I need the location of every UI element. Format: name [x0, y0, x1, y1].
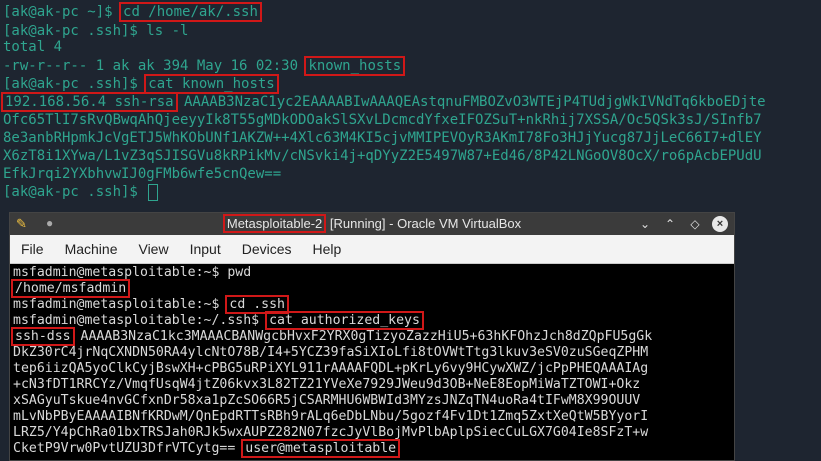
highlighted-vm-name: Metasploitable-2: [222, 214, 327, 233]
menu-bar: File Machine View Input Devices Help: [10, 235, 734, 264]
console-line: ssh-dss AAAAB3NzaC1kc3MAAACBANWgcbHvxF2Y…: [11, 327, 652, 346]
terminal-line: EfkJrqi2YXbhvwIJ0gFMb6wfe5cnQew==: [3, 166, 282, 182]
prompt: [ak@ak-pc ~]$: [3, 4, 122, 20]
menu-view[interactable]: View: [138, 241, 168, 257]
chevron-down-icon[interactable]: ⌄: [637, 216, 653, 232]
window-titlebar[interactable]: ✎ ● Metasploitable-2 [Running] - Oracle …: [10, 213, 734, 235]
close-icon[interactable]: ×: [712, 216, 728, 232]
menu-file[interactable]: File: [21, 241, 44, 257]
console-line: DkZ30rC4jrNqCXNDN50RA4ylcNtO78B/I4+5YCZ3…: [13, 345, 649, 360]
highlighted-pwd-output: /home/msfadmin: [11, 279, 131, 298]
terminal-line: 8e3anbRHpmkJcVgETJ5WhKObUNf1AKZW++4Xlc63…: [3, 130, 762, 146]
highlighted-command: cat known_hosts: [144, 74, 279, 94]
highlighted-filename: known_hosts: [304, 56, 406, 76]
window-title: Metasploitable-2 [Running] - Oracle VM V…: [10, 214, 734, 233]
console-line: msfadmin@metasploitable:~$ cd .ssh: [13, 295, 289, 314]
menu-input[interactable]: Input: [190, 241, 221, 257]
highlighted-key-type: ssh-dss: [11, 327, 75, 346]
terminal-line: [ak@ak-pc ~]$ cd /home/ak/.ssh: [3, 2, 262, 22]
diamond-icon[interactable]: ◇: [687, 216, 703, 232]
terminal-line: total 4: [3, 39, 63, 55]
chevron-up-icon[interactable]: ⌃: [662, 216, 678, 232]
file-meta: -rw-r--r-- 1 ak ak 394 May 16 02:30: [3, 58, 307, 74]
cursor-icon: [148, 183, 159, 201]
console-line: mLvNbPByEAAAAIBNfKRDwM/QnEpdRTTsRBh9rALq…: [13, 409, 649, 424]
prompt: [ak@ak-pc .ssh]$: [3, 184, 147, 200]
console-line: /home/msfadmin: [11, 279, 131, 298]
terminal-line: X6zT8i1XYwa/L1vZ3qSJISGVu8kRPikMv/cNSvki…: [3, 148, 762, 164]
menu-machine[interactable]: Machine: [65, 241, 118, 257]
menu-devices[interactable]: Devices: [242, 241, 292, 257]
terminal-line: 192.168.56.4 ssh-rsa AAAAB3NzaC1yc2EAAAA…: [1, 92, 766, 112]
console-line: +cN3fDT1RRCYz/VmqfUsqW4jtZ06kvx3L82TZ21Y…: [13, 377, 641, 392]
prompt: [ak@ak-pc .ssh]$: [3, 76, 147, 92]
menu-help[interactable]: Help: [313, 241, 342, 257]
highlighted-command: cd /home/ak/.ssh: [119, 2, 262, 22]
terminal-line: Ofc65TlI7sRvQBwqAhQjeeyyIk8T55gMDkODOakS…: [3, 112, 762, 128]
console-line: xSAGyuTskue4nvGCfxnDr58xa1pZcSO66R5jCSAR…: [13, 393, 641, 408]
vm-console[interactable]: msfadmin@metasploitable:~$ pwd /home/msf…: [10, 264, 734, 460]
console-line: tep6iizQA5yoClkCyjBswXH+cPBG5uRPiXYL911r…: [13, 361, 649, 376]
virtualbox-window[interactable]: ✎ ● Metasploitable-2 [Running] - Oracle …: [9, 212, 735, 461]
highlighted-host-key: 192.168.56.4 ssh-rsa: [1, 92, 178, 112]
highlighted-command: cat authorized_keys: [265, 311, 424, 330]
console-line: CketP9Vrw0PvtUZU3DfrVTCytg== user@metasp…: [13, 439, 401, 458]
key-text: AAAAB3NzaC1yc2EAAAABIwAAAQEAstqnuFMBOZvO…: [175, 94, 766, 110]
highlighted-user: user@metasploitable: [241, 439, 401, 458]
terminal-line: [ak@ak-pc .ssh]$: [3, 183, 159, 202]
